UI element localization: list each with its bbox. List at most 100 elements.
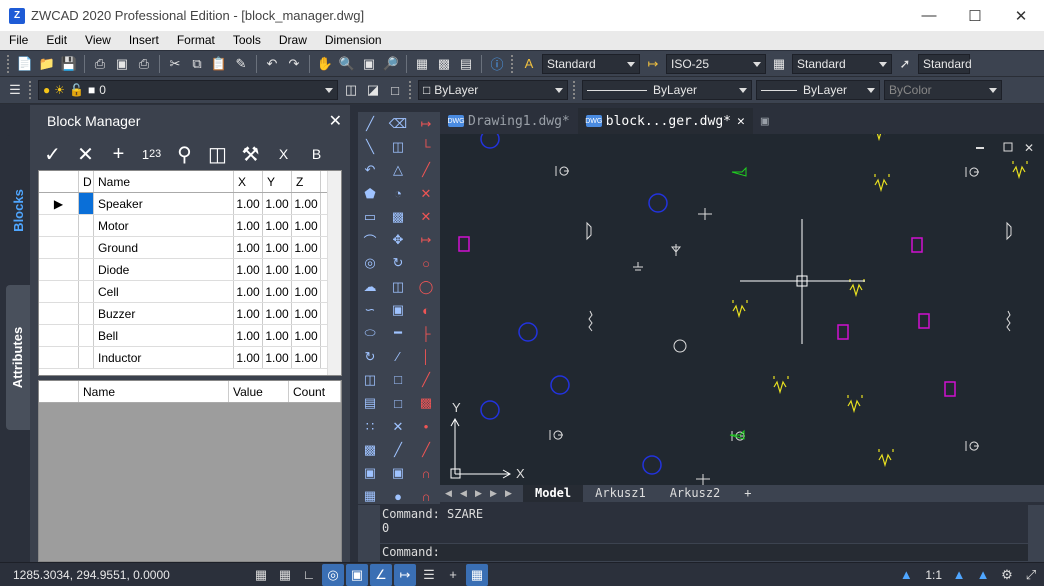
bell-block[interactable] (944, 381, 956, 397)
table-row[interactable]: Inductor 1.00 1.00 1.00 (39, 347, 341, 369)
modify-tool-11-icon[interactable]: □ (386, 368, 410, 391)
polygon-icon[interactable]: ⬟ (358, 182, 382, 205)
menu-file[interactable]: File (0, 31, 37, 50)
inductor-block[interactable] (732, 300, 748, 319)
drawing-canvas[interactable]: ✕ Y X (440, 134, 1044, 485)
snap-tool-2-icon[interactable]: ╱ (414, 159, 438, 182)
workspace-gear-icon[interactable]: ⚙ (996, 564, 1018, 586)
ducs-icon[interactable]: ↦ (394, 563, 416, 586)
tab-model[interactable]: Model (523, 485, 584, 502)
snap-tool-12-icon[interactable]: ▩ (414, 392, 438, 415)
tab-attributes[interactable]: Attributes (6, 285, 30, 430)
row-x[interactable]: 1.00 (234, 325, 263, 346)
buzzer-block-green[interactable] (731, 166, 747, 177)
row-x[interactable]: 1.00 (234, 347, 263, 368)
bell-block[interactable] (911, 237, 923, 253)
layer-previous-icon[interactable]: ◪ (362, 79, 384, 101)
tab-block-manager[interactable]: DWG block...ger.dwg* ✕ (577, 108, 753, 134)
row-z[interactable]: 1.00 (292, 215, 321, 236)
command-input[interactable]: Command: (380, 544, 1028, 561)
row-x[interactable]: 1.00 (234, 215, 263, 236)
snap-tool-3-icon[interactable]: ✕ (414, 182, 438, 205)
panel-close-icon[interactable]: ✕ (329, 111, 342, 131)
menu-format[interactable]: Format (168, 31, 224, 50)
layer-manager-icon[interactable]: ☰ (4, 79, 26, 101)
motor-block[interactable] (480, 400, 500, 420)
col-x[interactable]: X (234, 171, 263, 192)
inductor-block[interactable] (874, 174, 890, 193)
pan-icon[interactable]: ✋ (314, 53, 336, 75)
row-y[interactable]: 1.00 (263, 325, 292, 346)
modify-tool-1-icon[interactable]: ◫ (386, 135, 410, 158)
modify-tool-12-icon[interactable]: □ (386, 392, 410, 415)
table-row[interactable]: ▶ Speaker 1.00 1.00 1.00 (39, 193, 341, 215)
snap-icon[interactable]: ▦ (250, 564, 272, 586)
quick-properties-icon[interactable]: ▦ (466, 563, 488, 586)
xline-icon[interactable]: ╲ (358, 135, 382, 158)
minimize-button[interactable]: — (906, 0, 952, 31)
snap-tool-8-icon[interactable]: ◐ (414, 298, 438, 321)
insert-block-icon[interactable]: ◫ (358, 368, 382, 391)
arc-icon[interactable]: ⌒ (358, 228, 382, 251)
snap-tool-5-icon[interactable]: ↦ (414, 228, 438, 251)
row-y[interactable]: 1.00 (263, 237, 292, 258)
row-z[interactable]: 1.00 (292, 193, 321, 214)
delete-x-icon[interactable]: ✕ (69, 140, 102, 168)
snap-tool-15-icon[interactable]: ∩ (414, 461, 438, 484)
modify-tool-6-icon[interactable]: ↻ (386, 252, 410, 275)
modify-tool-3-icon[interactable]: ◔ (386, 182, 410, 205)
attr-col-name[interactable]: Name (79, 381, 229, 402)
mleader-style-select[interactable]: Standard (918, 53, 972, 74)
snap-tool-0-icon[interactable]: ↦ (414, 112, 438, 135)
osnap-icon[interactable]: ▣ (346, 563, 368, 586)
search-icon[interactable]: ⚲ (168, 140, 201, 168)
explode-icon[interactable]: X (267, 140, 300, 168)
new-tab-icon[interactable]: ▣ (753, 108, 777, 134)
inductor-block[interactable] (773, 376, 789, 395)
menu-view[interactable]: View (76, 31, 120, 50)
resistor-block[interactable] (588, 310, 593, 332)
toolbar-grip[interactable] (7, 54, 11, 73)
zoom-window-icon[interactable]: ▣ (358, 53, 380, 75)
dyn-input-icon[interactable]: ☰ (418, 564, 440, 586)
tool-palettes-icon[interactable]: ▤ (455, 53, 477, 75)
row-x[interactable]: 1.00 (234, 237, 263, 258)
resistor-block[interactable] (1006, 310, 1011, 332)
maximize-button[interactable]: ☐ (952, 0, 998, 31)
modify-tool-8-icon[interactable]: ▣ (386, 298, 410, 321)
nav-end-icon[interactable]: ▶ (502, 487, 515, 500)
match-properties-icon[interactable]: ✎ (230, 53, 252, 75)
modify-tool-9-icon[interactable]: ━ (386, 322, 410, 345)
ellipse-arc-icon[interactable]: ↻ (358, 345, 382, 368)
bell-block[interactable] (458, 236, 470, 252)
row-y[interactable]: 1.00 (263, 215, 292, 236)
plotstyle-select[interactable]: ByColor (884, 80, 1002, 100)
junction-block[interactable] (698, 208, 712, 220)
cut-icon[interactable]: ✂ (164, 53, 186, 75)
modify-tool-2-icon[interactable]: △ (386, 159, 410, 182)
region-icon[interactable]: ▣ (358, 461, 382, 484)
renumber-icon[interactable]: 123 (135, 140, 168, 168)
ground-block[interactable] (633, 262, 643, 271)
layer-states-icon[interactable]: □ (384, 79, 406, 101)
row-x[interactable]: 1.00 (234, 303, 263, 324)
attr-col-value[interactable]: Value (229, 381, 289, 402)
menu-edit[interactable]: Edit (37, 31, 76, 50)
bell-block[interactable] (918, 313, 930, 329)
fullscreen-icon[interactable]: ⤢ (1020, 564, 1042, 586)
motor-block[interactable] (480, 134, 500, 149)
publish-icon[interactable]: ⎙ (133, 53, 155, 75)
annotation-scale[interactable]: 1:1 (925, 568, 942, 582)
buzzer-block[interactable] (965, 167, 979, 177)
properties-icon[interactable]: ▦ (411, 53, 433, 75)
col-name[interactable]: Name (94, 171, 234, 192)
row-z[interactable]: 1.00 (292, 303, 321, 324)
motor-block[interactable] (550, 375, 570, 395)
modify-tool-4-icon[interactable]: ▩ (386, 205, 410, 228)
row-y[interactable]: 1.00 (263, 303, 292, 324)
point-icon[interactable]: ∷ (358, 415, 382, 438)
buzzer-block[interactable] (555, 166, 569, 176)
nav-first-icon[interactable]: ◀ (442, 487, 455, 500)
row-name[interactable]: Bell (94, 325, 234, 346)
ortho-icon[interactable]: ∟ (298, 564, 320, 586)
